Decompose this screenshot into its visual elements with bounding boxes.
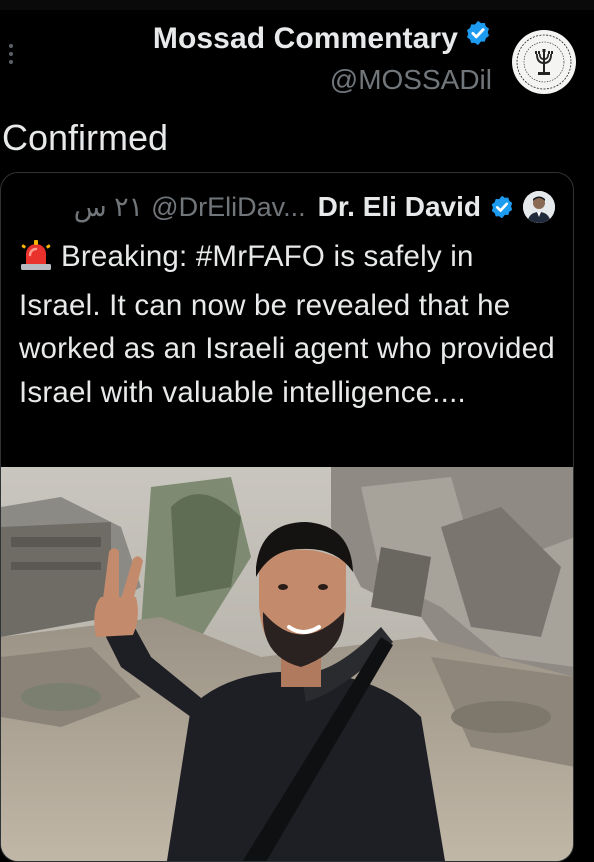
verified-badge-icon xyxy=(464,19,492,55)
top-divider xyxy=(0,0,594,10)
quoted-tweet-header: ٢١ س @DrEliDav... Dr. Eli David xyxy=(74,187,555,227)
quoted-tweet-time: ٢١ س xyxy=(73,191,144,222)
tweet-photo[interactable] xyxy=(1,467,573,861)
quoted-author-avatar xyxy=(523,191,555,223)
siren-emoji-icon xyxy=(19,239,53,284)
verified-badge-icon xyxy=(489,194,515,220)
quoted-author-name: Dr. Eli David xyxy=(317,191,481,222)
quoted-tweet-text: Breaking: #MrFAFO is safely in Israel. I… xyxy=(19,235,559,414)
avatar[interactable] xyxy=(512,30,576,94)
quoted-tweet-card[interactable]: ٢١ س @DrEliDav... Dr. Eli David Breaking… xyxy=(0,172,574,862)
author-name[interactable]: Mossad Commentary xyxy=(153,22,458,55)
tweet-author[interactable]: Mossad Commentary @MOSSADil xyxy=(153,19,492,96)
quoted-tweet-body: Breaking: #MrFAFO is safely in Israel. I… xyxy=(19,240,555,409)
photo-image xyxy=(1,467,573,861)
more-options-icon[interactable] xyxy=(6,44,16,70)
author-name-row[interactable]: Mossad Commentary xyxy=(153,19,492,58)
author-handle[interactable]: @MOSSADil xyxy=(153,64,492,96)
person-avatar-icon xyxy=(523,191,555,223)
tweet-text: Confirmed xyxy=(2,117,169,158)
quoted-author-handle: @DrEliDav... xyxy=(151,191,306,222)
mossad-seal-logo xyxy=(514,32,574,92)
